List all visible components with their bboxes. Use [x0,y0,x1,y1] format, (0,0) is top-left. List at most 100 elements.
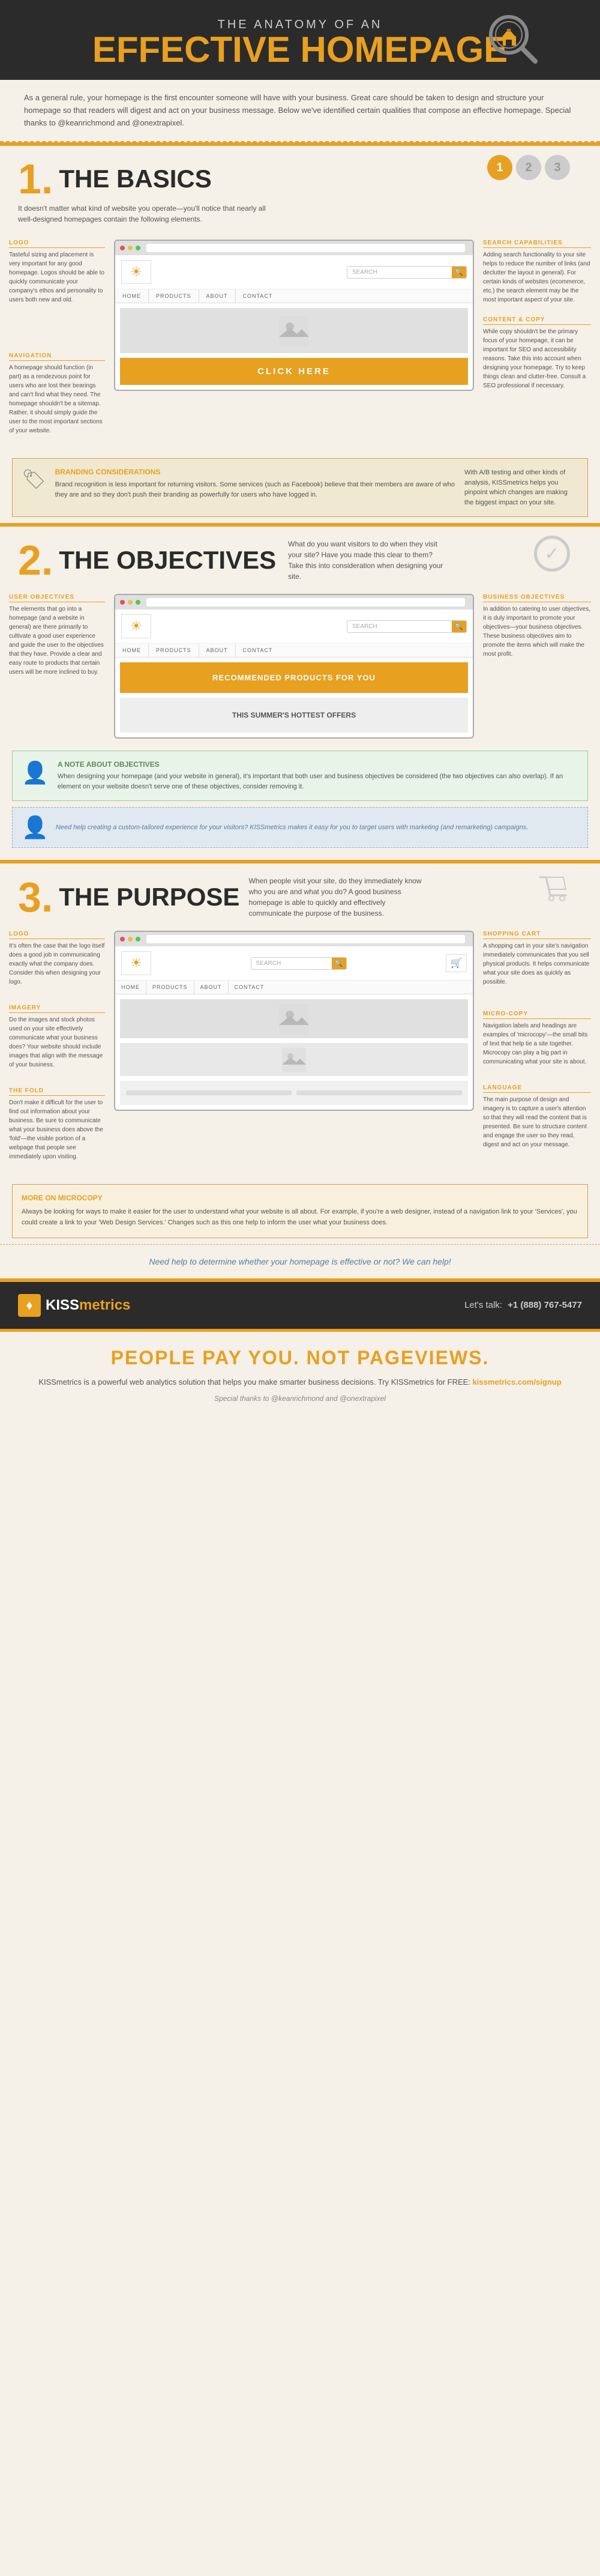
search-text-2: SEARCH [347,621,452,632]
browser-bar-2 [115,595,473,609]
shopping-label: SHOPPING CART A shopping cart in your si… [483,931,591,987]
kiss-text: KISS [46,1297,79,1313]
phone-number: +1 (888) 767-5477 [508,1300,582,1310]
cart-icon [537,872,570,909]
nav-contact-3: CONTACT [229,981,271,994]
section3-right: SHOPPING CART A shopping cart in your si… [483,931,591,1160]
microcopy-label: MICRO-COPY Navigation labels and heading… [483,1011,591,1066]
browser-header-3: ☀ SEARCH 🔍 🛒 [115,946,473,981]
browser-dot-yellow [128,246,133,250]
browser-search-text: SEARCH [347,267,452,278]
logo-title: LOGO [9,240,105,248]
metrics-text: metrics [79,1297,130,1313]
language-label: LANGUAGE The main purpose of design and … [483,1084,591,1149]
branding-bar: 🏷 BRANDING CONSIDERATIONS Brand recognit… [12,458,588,517]
browser-search-2: SEARCH 🔍 [347,620,467,633]
section3-left: LOGO It's often the case that the logo i… [9,931,105,1172]
browser-bar-3 [115,932,473,946]
browser-recommended: RECOMMENDED PRODUCTS FOR YOU [120,662,468,693]
browser-header: ☀ SEARCH 🔍 [115,255,473,289]
browser-nav-contact: CONTACT [236,289,280,303]
browser-hottest: THIS SUMMER'S HOTTEST OFFERS [120,698,468,733]
section-objectives: 2. THE OBJECTIVES What do you want visit… [0,527,600,848]
note-content: A NOTE ABOUT OBJECTIVES When designing y… [58,760,578,791]
dot-y3 [128,937,133,942]
language-title: LANGUAGE [483,1084,591,1093]
cta-footer: PEOPLE PAY YOU. NOT PAGEVIEWS. KISSmetri… [0,1329,600,1418]
cta-desc-text: KISSmetrics is a powerful web analytics … [38,1377,470,1386]
section3-content: LOGO It's often the case that the logo i… [0,925,600,1178]
nav-about-3: ABOUT [194,981,229,994]
objectives-note: 👤 A NOTE ABOUT OBJECTIVES When designing… [12,751,588,801]
help-text: Need help creating a custom-tailored exp… [56,823,528,833]
browser-nav-3: HOME PRODUCTS ABOUT CONTACT [115,981,473,994]
section1-title: THE BASICS [59,165,211,193]
imagery-label: IMAGERY Do the images and stock photos u… [9,1005,105,1069]
text-line-2 [296,1090,462,1095]
biz-obj-text: In addition to catering to user objectiv… [483,605,591,659]
phone-label: Let's talk: [464,1300,502,1310]
microcopy-box-text: Always be looking for ways to make it ea… [22,1207,578,1228]
note-title: A NOTE ABOUT OBJECTIVES [58,760,578,769]
browser-logo-3: ☀ [121,951,151,975]
browser-cta-button[interactable]: CLICK HERE [120,358,468,385]
browser-hero-image [120,308,468,353]
browser-text-row [120,1081,468,1105]
navigation-title: NAVIGATION [9,352,105,361]
microcopy-box: MORE ON MICROCOPY Always be looking for … [12,1184,588,1238]
intro-section: As a general rule, your homepage is the … [0,80,600,142]
browser-image-2 [120,1043,468,1076]
imagery-title: IMAGERY [9,1005,105,1013]
section1-left: LOGO Tasteful sizing and placement is ve… [9,240,105,446]
search-label: SEARCH CAPABILITIES Adding search functi… [483,240,591,304]
cta-tagline: PEOPLE PAY YOU. NOT PAGEVIEWS. [24,1347,576,1369]
nav-products-3: PRODUCTS [146,981,194,994]
biz-obj-title: BUSINESS OBJECTIVES [483,594,591,602]
browser-header-2: ☀ SEARCH 🔍 [115,609,473,644]
cta-thanks: Special thanks to @keanrichmond and @one… [24,1394,576,1403]
user-obj-label: USER OBJECTIVES The elements that go int… [9,594,105,677]
checkmark-icon: ✓ [534,536,570,572]
url-bar-2 [146,598,465,606]
microcopy-title: MICRO-COPY [483,1011,591,1019]
nav-contact-2: CONTACT [236,644,280,657]
kiss-footer: ♦ KISSmetrics Let's talk: +1 (888) 767-5… [0,1282,600,1329]
dot-g2 [136,600,140,605]
content-copy-text: While copy shouldn't be the primary focu… [483,327,591,390]
section1-content: LOGO Tasteful sizing and placement is ve… [0,234,600,452]
browser-mockup-2: ☀ SEARCH 🔍 HOME PRODUCTS ABOUT CONTACT R… [114,594,474,739]
search-btn-3: 🔍 [332,958,346,969]
browser-nav: HOME PRODUCTS ABOUT CONTACT [115,289,473,303]
language-text: The main purpose of design and imagery i… [483,1095,591,1149]
section3-title: THE PURPOSE [59,883,239,912]
dot-y2 [128,600,133,605]
navigation-text: A homepage should function (in part) as … [9,363,105,435]
section-basics: 1. THE BASICS 1 2 3 It doesn't matter wh… [0,146,600,517]
magnifier-icon [486,12,540,69]
nav-products-2: PRODUCTS [149,644,199,657]
branding-icon: 🏷 [22,468,46,491]
cta-desc: KISSmetrics is a powerful web analytics … [24,1376,576,1389]
search-btn-2: 🔍 [452,621,466,632]
browser-logo-2: ☀ [121,614,151,638]
footer-help-text: Need help to determine whether your home… [12,1257,588,1266]
dot-r2 [120,600,125,605]
fold-text: Don't make it difficult for the user to … [9,1098,105,1161]
step-numbers: 1 2 3 [487,155,570,180]
search-text-3: SEARCH [251,958,332,969]
section3-number: 3. [18,876,53,918]
section2-header: 2. THE OBJECTIVES What do you want visit… [0,527,600,588]
kiss-phone-area: Let's talk: +1 (888) 767-5477 [464,1300,582,1310]
section1-intro: It doesn't matter what kind of website y… [0,203,300,234]
section2-desc: What do you want visitors to do when the… [288,539,444,582]
browser-nav-2: HOME PRODUCTS ABOUT CONTACT [115,644,473,658]
dot-r3 [120,937,125,942]
nav-home-2: HOME [115,644,149,657]
footer-help: Need help to determine whether your home… [0,1244,600,1278]
cta-link[interactable]: kissmetrics.com/signup [473,1377,562,1386]
browser-url-bar [146,244,465,252]
intro-text: As a general rule, your homepage is the … [24,92,576,129]
microcopy-box-title: MORE ON MICROCOPY [22,1194,578,1202]
kiss-logo: ♦ KISSmetrics [18,1294,130,1317]
browser-dot-red [120,246,125,250]
